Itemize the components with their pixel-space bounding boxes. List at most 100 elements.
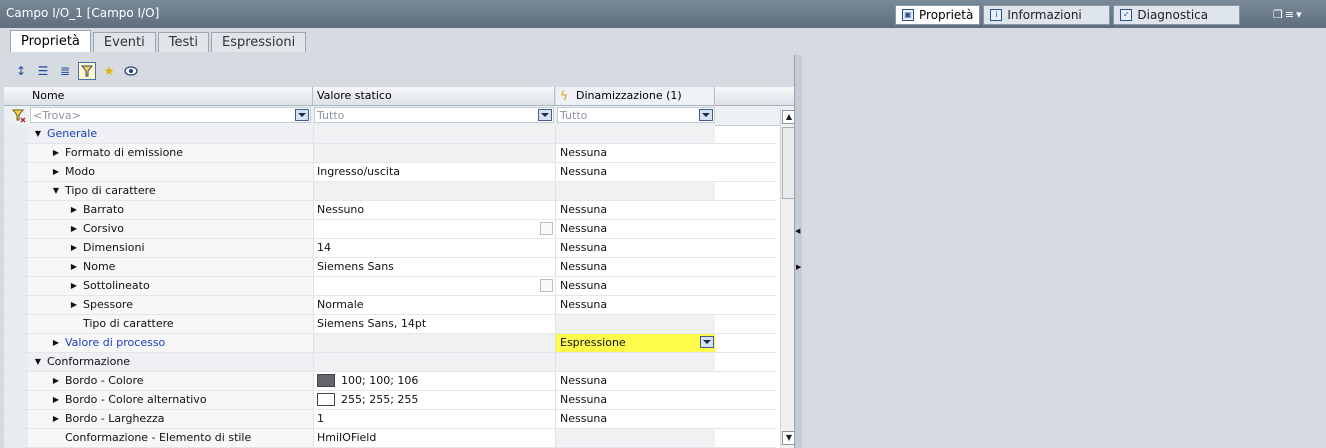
group-view-icon[interactable]: ☰ xyxy=(34,62,52,80)
static-value-cell[interactable] xyxy=(313,220,555,238)
tab-diagnostics[interactable]: ✓ Diagnostica xyxy=(1113,5,1241,25)
static-filter-dropdown[interactable] xyxy=(538,109,552,121)
static-value-cell[interactable]: Ingresso/uscita xyxy=(313,163,555,181)
dynamic-value-cell[interactable] xyxy=(555,315,715,333)
favorites-star-icon[interactable]: ★ xyxy=(100,62,118,80)
collapse-arrow-icon[interactable]: ▼ xyxy=(32,353,44,371)
expand-arrow-icon[interactable]: ▶ xyxy=(68,277,80,295)
static-value-cell[interactable]: 1 xyxy=(313,410,555,428)
checkbox[interactable] xyxy=(540,222,553,235)
expand-arrow-icon[interactable]: ▶ xyxy=(68,258,80,276)
window-controls[interactable]: ❐≡▾ xyxy=(1273,8,1304,21)
list-view-icon[interactable]: ≣ xyxy=(56,62,74,80)
property-row[interactable]: Tipo di carattere Siemens Sans, 14pt xyxy=(4,315,776,334)
static-value-cell[interactable]: 100; 100; 106 xyxy=(313,372,555,390)
expand-arrow-icon[interactable]: ▶ xyxy=(68,239,80,257)
dynamic-value-cell[interactable]: Nessuna xyxy=(555,220,715,238)
static-value-cell[interactable]: Siemens Sans xyxy=(313,258,555,276)
property-row[interactable]: ▶ Spessore Normale Nessuna xyxy=(4,296,776,315)
static-value-cell[interactable] xyxy=(313,277,555,295)
expand-arrow-icon[interactable]: ▶ xyxy=(68,296,80,314)
expand-arrow-icon[interactable]: ▶ xyxy=(50,144,62,162)
clear-filter-icon[interactable] xyxy=(11,109,26,123)
eye-icon[interactable] xyxy=(122,62,140,80)
expand-arrow-icon[interactable]: ▶ xyxy=(68,201,80,219)
tab-testi[interactable]: Testi xyxy=(157,32,209,52)
property-row[interactable]: ▶ Nome Siemens Sans Nessuna xyxy=(4,258,776,277)
dynamic-value-cell[interactable]: Nessuna xyxy=(555,277,715,295)
sort-az-icon[interactable]: ↕ xyxy=(12,62,30,80)
static-value-cell[interactable]: Nessuno xyxy=(313,201,555,219)
static-value-cell[interactable] xyxy=(313,182,555,200)
name-filter-dropdown[interactable] xyxy=(295,109,309,121)
color-swatch[interactable] xyxy=(317,374,335,387)
dropdown-icon[interactable]: ▾ xyxy=(1296,8,1304,21)
dynamic-value-cell[interactable]: Nessuna xyxy=(555,410,715,428)
checkbox[interactable] xyxy=(540,279,553,292)
column-name[interactable]: Nome xyxy=(28,87,313,105)
static-value-cell[interactable]: 14 xyxy=(313,239,555,257)
static-value-cell[interactable] xyxy=(313,353,555,371)
column-static-value[interactable]: Valore statico xyxy=(313,87,555,105)
scroll-thumb[interactable] xyxy=(782,127,794,199)
expand-arrow-icon[interactable]: ▶ xyxy=(50,410,62,428)
tab-properties[interactable]: ▣ Proprietà xyxy=(895,5,981,25)
dynamic-value-cell[interactable]: Nessuna xyxy=(555,296,715,314)
static-value-cell[interactable]: Normale xyxy=(313,296,555,314)
static-value-cell[interactable] xyxy=(313,144,555,162)
column-dynamic[interactable]: ϟ Dinamizzazione (1) xyxy=(555,87,715,105)
property-row[interactable]: ▶ Bordo - Colore alternativo 255; 255; 255… xyxy=(4,391,776,410)
property-row[interactable]: ▶ Bordo - Colore 100; 100; 106 Nessuna xyxy=(4,372,776,391)
static-filter-select[interactable]: Tutto xyxy=(314,107,554,123)
property-row[interactable]: ▶ Barrato Nessuno Nessuna xyxy=(4,201,776,220)
dynamic-value-cell[interactable]: Espressione xyxy=(555,334,715,352)
static-value-cell[interactable]: HmiIOField xyxy=(313,429,555,447)
expand-arrow-icon[interactable]: ▶ xyxy=(68,220,80,238)
collapse-arrow-icon[interactable]: ▼ xyxy=(32,125,44,143)
dynamic-value-cell[interactable]: Nessuna xyxy=(555,372,715,390)
panel-splitter[interactable]: ◀ ▶ xyxy=(794,55,802,448)
static-value-cell[interactable] xyxy=(313,334,555,352)
property-row[interactable]: ▼ Conformazione xyxy=(4,353,776,372)
menu-icon[interactable]: ≡ xyxy=(1285,8,1296,21)
scroll-up-icon[interactable]: ▲ xyxy=(782,110,794,124)
property-row[interactable]: ▶ Corsivo Nessuna xyxy=(4,220,776,239)
tab-eventi[interactable]: Eventi xyxy=(92,32,156,52)
static-value-cell[interactable] xyxy=(313,125,555,143)
property-row[interactable]: ▶ Modo Ingresso/uscita Nessuna xyxy=(4,163,776,182)
dynamic-filter-select[interactable]: Tutto xyxy=(557,107,715,123)
scroll-down-icon[interactable]: ▼ xyxy=(782,431,794,445)
collapse-left-icon[interactable]: ◀ xyxy=(795,227,800,235)
tab-info[interactable]: i Informazioni xyxy=(983,5,1111,25)
dynamic-value-cell[interactable]: Nessuna xyxy=(555,201,715,219)
dynamic-value-cell[interactable] xyxy=(555,182,715,200)
expand-arrow-icon[interactable]: ▶ xyxy=(50,334,62,352)
collapse-right-icon[interactable]: ▶ xyxy=(796,263,801,271)
dynamic-value-cell[interactable] xyxy=(555,125,715,143)
expand-arrow-icon[interactable]: ▶ xyxy=(50,391,62,409)
static-value-cell[interactable]: 255; 255; 255 xyxy=(313,391,555,409)
collapse-arrow-icon[interactable]: ▼ xyxy=(50,182,62,200)
property-row[interactable]: ▼ Generale xyxy=(4,125,776,144)
dynamic-value-cell[interactable]: Nessuna xyxy=(555,239,715,257)
dynamic-value-cell[interactable]: Nessuna xyxy=(555,144,715,162)
filter-icon[interactable] xyxy=(78,62,96,80)
tab-espressioni[interactable]: Espressioni xyxy=(210,32,307,52)
dynamic-value-cell[interactable]: Nessuna xyxy=(555,163,715,181)
dynamic-value-cell[interactable] xyxy=(555,429,715,447)
property-row[interactable]: ▶ Sottolineato Nessuna xyxy=(4,277,776,296)
vertical-scrollbar[interactable]: ▲ ▼ xyxy=(780,108,794,448)
property-row[interactable]: ▶ Valore di processo Espressione xyxy=(4,334,776,353)
dynamic-value-cell[interactable]: Nessuna xyxy=(555,391,715,409)
dynamic-value-cell[interactable] xyxy=(555,353,715,371)
dynamic-filter-dropdown[interactable] xyxy=(699,109,713,121)
property-row[interactable]: ▶ Formato di emissione Nessuna xyxy=(4,144,776,163)
name-filter-input[interactable]: <Trova> xyxy=(30,107,311,123)
restore-icon[interactable]: ❐ xyxy=(1273,8,1285,21)
property-row[interactable]: ▶ Bordo - Larghezza 1 Nessuna xyxy=(4,410,776,429)
tab-proprieta[interactable]: Proprietà xyxy=(10,30,91,52)
dynamic-value-cell[interactable]: Nessuna xyxy=(555,258,715,276)
expand-arrow-icon[interactable]: ▶ xyxy=(50,372,62,390)
static-value-cell[interactable]: Siemens Sans, 14pt xyxy=(313,315,555,333)
expand-arrow-icon[interactable]: ▶ xyxy=(50,163,62,181)
